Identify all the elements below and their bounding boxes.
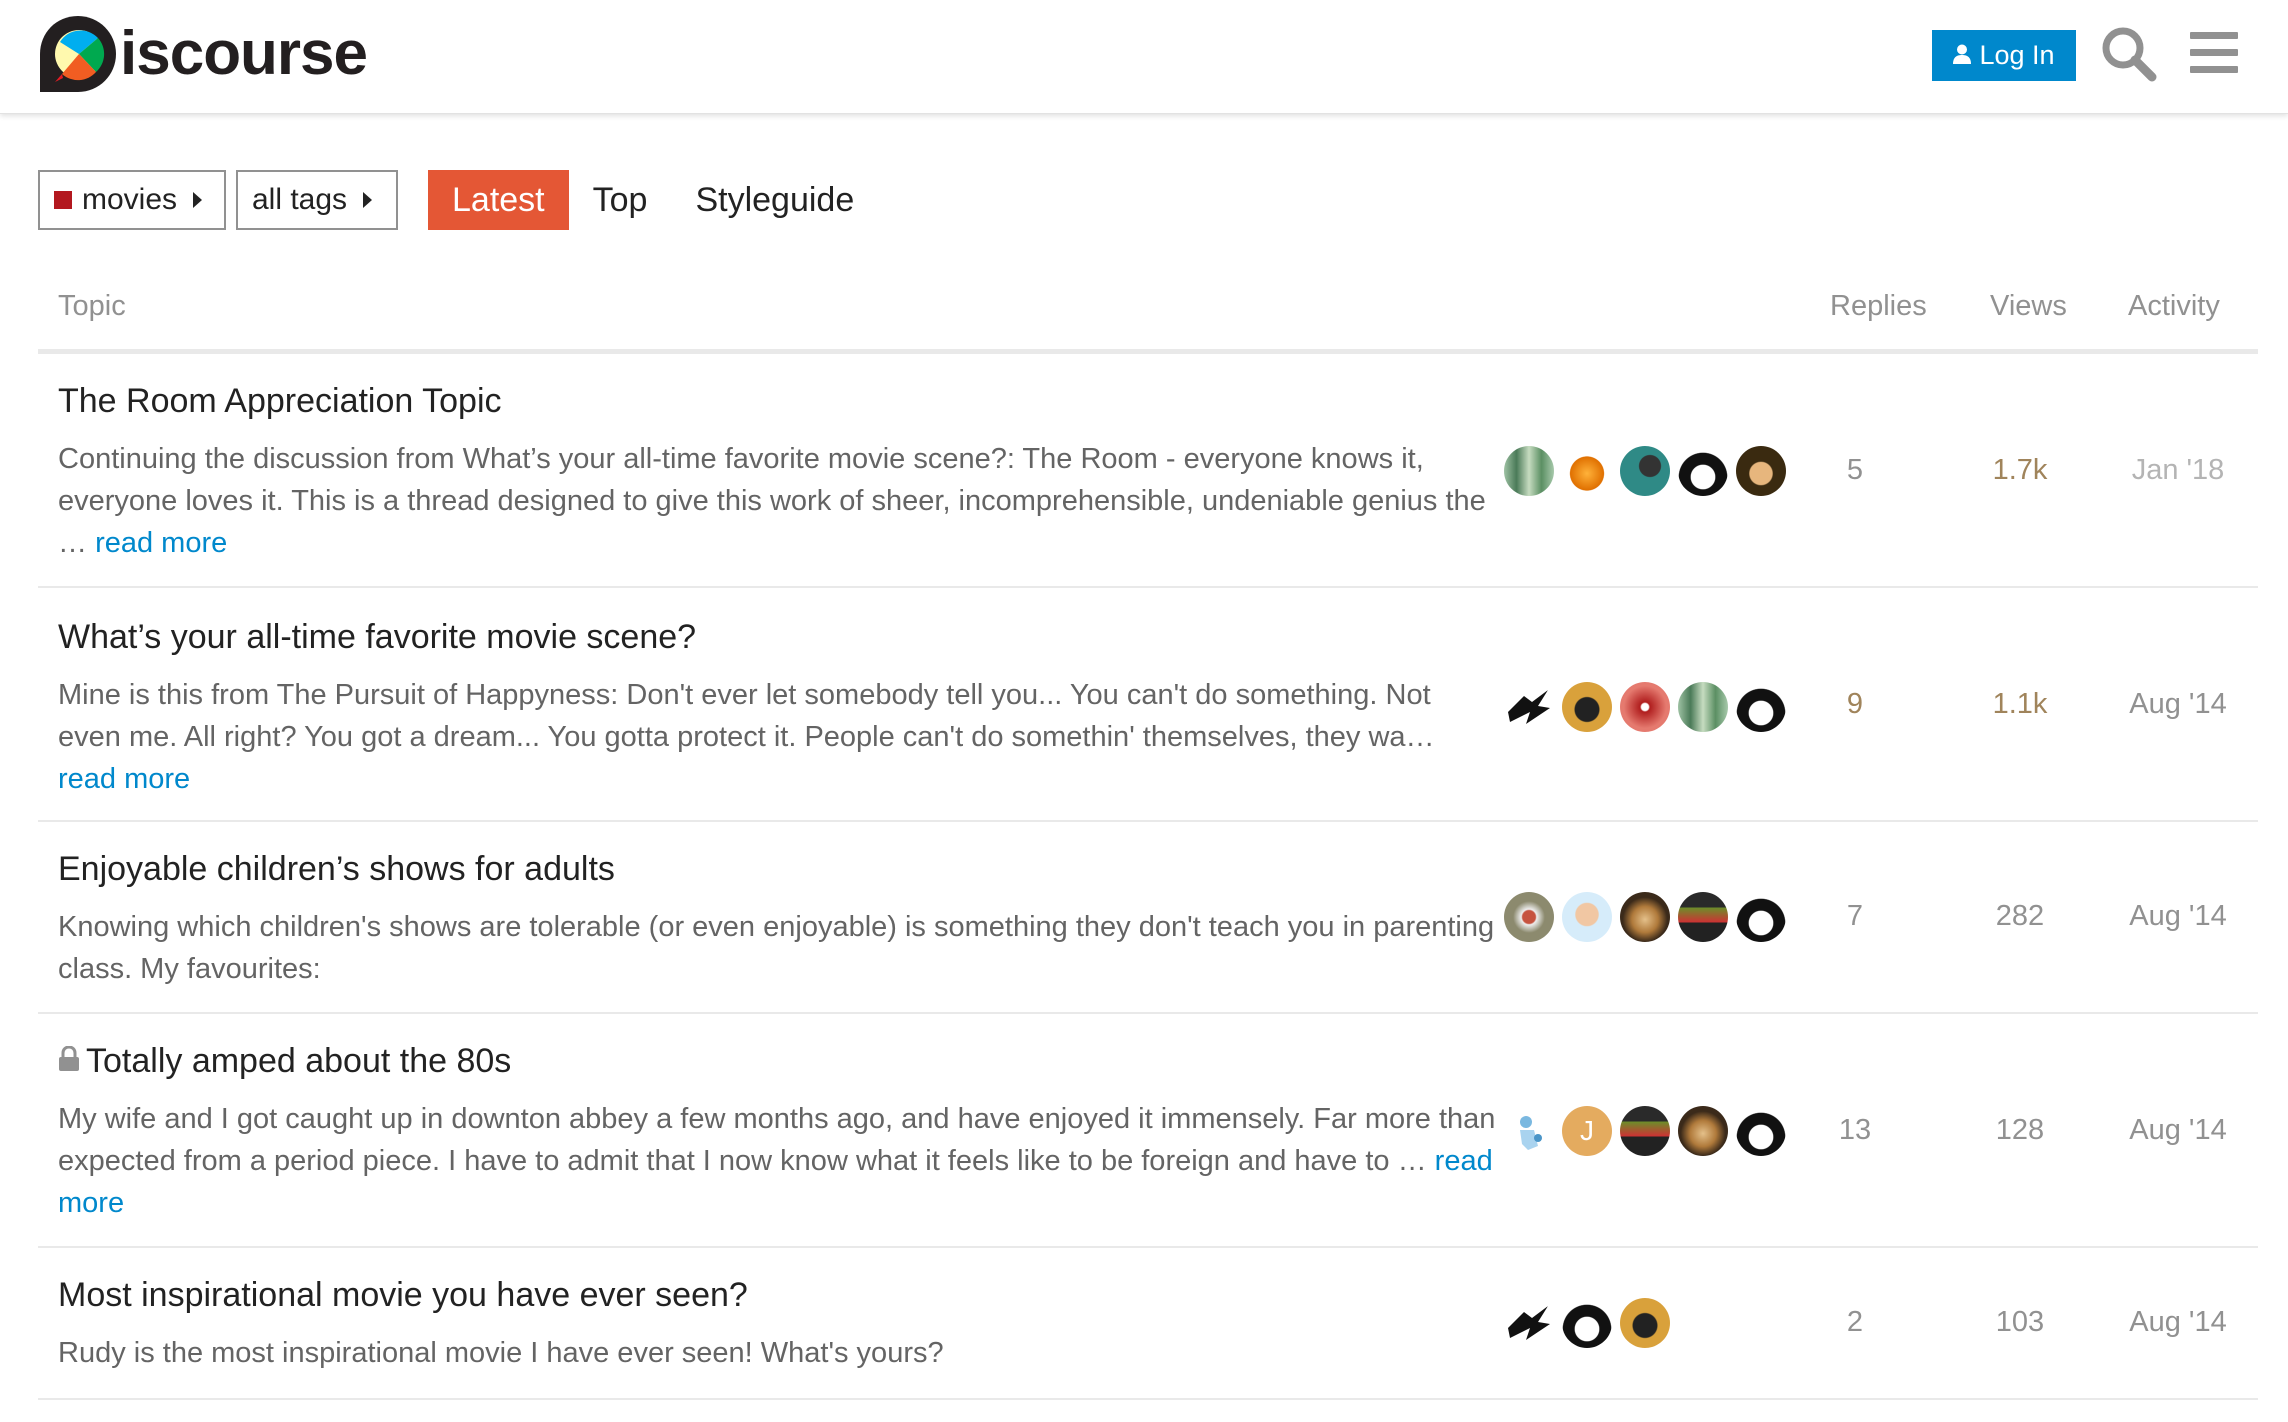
poster-avatar[interactable] [1504, 1298, 1554, 1348]
search-icon[interactable] [2100, 25, 2158, 83]
reply-count[interactable]: 7 [1790, 900, 1920, 933]
topic-row: Most inspirational movie you have ever s… [38, 1248, 2258, 1400]
topic-title[interactable]: Totally amped about the 80s [58, 1042, 511, 1081]
poster-avatar[interactable] [1620, 1298, 1670, 1348]
column-header-replies[interactable]: Replies [1830, 290, 1927, 323]
poster-avatar[interactable] [1562, 446, 1612, 496]
login-label: Log In [1979, 40, 2055, 70]
topic-title[interactable]: Enjoyable children’s shows for adults [58, 850, 615, 889]
logo-text: iscourse [120, 19, 368, 88]
poster-avatar[interactable] [1504, 1106, 1554, 1156]
activity-date[interactable]: Jan '18 [2098, 454, 2258, 487]
excerpt-text: My wife and I got caught up in downton a… [58, 1103, 1496, 1177]
avatar-letter: J [1580, 1115, 1594, 1146]
poster-avatar[interactable]: J [1562, 1106, 1612, 1156]
category-dropdown[interactable]: movies [38, 170, 226, 230]
topic-row: Totally amped about the 80s My wife and … [38, 1014, 2258, 1248]
login-button[interactable]: Log In [1932, 30, 2076, 81]
poster-avatar[interactable] [1678, 446, 1728, 496]
topic-posters [1504, 446, 1794, 496]
excerpt-text: Rudy is the most inspirational movie I h… [58, 1337, 944, 1369]
poster-avatar[interactable] [1620, 446, 1670, 496]
discourse-logo[interactable]: iscourse [36, 12, 368, 96]
column-header-topic[interactable]: Topic [58, 290, 126, 323]
lock-icon [58, 1042, 80, 1081]
topic-posters [1504, 1298, 1678, 1348]
topic-title[interactable]: What’s your all-time favorite movie scen… [58, 618, 696, 657]
poster-avatar[interactable] [1736, 892, 1786, 942]
poster-avatar[interactable] [1562, 682, 1612, 732]
poster-avatar[interactable] [1678, 682, 1728, 732]
topic-list-header: Topic Replies Views Activity [38, 270, 2258, 354]
read-more-link[interactable]: read more [95, 527, 227, 559]
topic-posters [1504, 682, 1794, 732]
topic-row: The Room Appreciation Topic Continuing t… [38, 354, 2258, 588]
poster-avatar[interactable] [1678, 1106, 1728, 1156]
caret-right-icon [363, 192, 373, 208]
poster-avatar[interactable] [1736, 1106, 1786, 1156]
site-header: iscourse Log In [0, 0, 2288, 114]
caret-right-icon [193, 192, 203, 208]
poster-avatar[interactable] [1504, 682, 1554, 732]
read-more-link[interactable]: read more [58, 763, 190, 795]
poster-avatar[interactable] [1620, 682, 1670, 732]
tab-latest[interactable]: Latest [428, 170, 569, 230]
view-count: 1.7k [1992, 454, 2048, 486]
view-count: 1.1k [1992, 688, 2048, 720]
poster-avatar[interactable] [1736, 682, 1786, 732]
topic-excerpt: Knowing which children's shows are toler… [58, 906, 1498, 990]
poster-avatar[interactable] [1620, 892, 1670, 942]
topic-excerpt: Mine is this from The Pursuit of Happyne… [58, 674, 1498, 800]
hamburger-menu-icon[interactable] [2190, 30, 2238, 76]
activity-date[interactable]: Aug '14 [2098, 1114, 2258, 1147]
topic-posters [1504, 892, 1794, 942]
topic-title-text: Totally amped about the 80s [86, 1042, 512, 1080]
reply-count[interactable]: 2 [1790, 1306, 1920, 1339]
view-count: 128 [1995, 1114, 2045, 1146]
excerpt-text: Continuing the discussion from What’s yo… [58, 443, 1486, 559]
reply-count[interactable]: 5 [1790, 454, 1920, 487]
tags-label: all tags [252, 183, 348, 216]
navigation-bar: movies all tags Latest Top Styleguide [38, 170, 878, 230]
reply-count[interactable]: 13 [1790, 1114, 1920, 1147]
topic-excerpt: My wife and I got caught up in downton a… [58, 1098, 1498, 1224]
user-icon [1953, 40, 1972, 71]
topic-posters: J [1504, 1106, 1794, 1156]
poster-avatar[interactable] [1620, 1106, 1670, 1156]
view-count: 103 [1995, 1306, 2045, 1338]
topic-excerpt: Continuing the discussion from What’s yo… [58, 438, 1498, 564]
excerpt-text: Knowing which children's shows are toler… [58, 911, 1495, 985]
view-count: 282 [1995, 900, 2045, 932]
tab-styleguide[interactable]: Styleguide [671, 170, 878, 230]
topic-list: Topic Replies Views Activity The Room Ap… [38, 270, 2258, 1400]
activity-date[interactable]: Aug '14 [2098, 1306, 2258, 1339]
discourse-logo-icon [40, 16, 116, 92]
reply-count[interactable]: 9 [1790, 688, 1920, 721]
poster-avatar[interactable] [1736, 446, 1786, 496]
topic-excerpt: Rudy is the most inspirational movie I h… [58, 1332, 1498, 1374]
activity-date[interactable]: Aug '14 [2098, 900, 2258, 933]
tags-dropdown[interactable]: all tags [236, 170, 398, 230]
topic-title[interactable]: The Room Appreciation Topic [58, 382, 502, 421]
poster-avatar[interactable] [1678, 892, 1728, 942]
activity-date[interactable]: Aug '14 [2098, 688, 2258, 721]
poster-avatar[interactable] [1562, 892, 1612, 942]
column-header-activity[interactable]: Activity [2128, 290, 2220, 323]
poster-avatar[interactable] [1504, 446, 1554, 496]
topic-row: Enjoyable children’s shows for adults Kn… [38, 822, 2258, 1014]
category-color-swatch [54, 191, 72, 209]
excerpt-text: Mine is this from The Pursuit of Happyne… [58, 679, 1435, 753]
topic-title[interactable]: Most inspirational movie you have ever s… [58, 1276, 748, 1315]
poster-avatar[interactable] [1562, 1298, 1612, 1348]
poster-avatar[interactable] [1504, 892, 1554, 942]
tab-top[interactable]: Top [569, 170, 672, 230]
topic-row: What’s your all-time favorite movie scen… [38, 588, 2258, 822]
column-header-views[interactable]: Views [1990, 290, 2067, 323]
category-label: movies [82, 183, 178, 216]
